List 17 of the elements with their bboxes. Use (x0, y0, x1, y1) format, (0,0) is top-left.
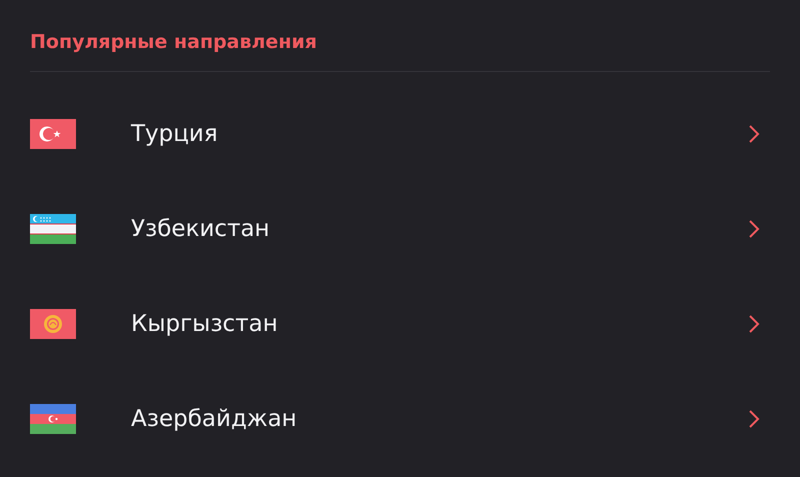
country-name: Узбекистан (131, 216, 271, 242)
destination-item[interactable]: Турция (30, 86, 770, 181)
destination-item[interactable]: Кыргызстан (30, 276, 770, 371)
crescent-star-flag-icon (30, 118, 76, 148)
country-name: Азербайджан (131, 406, 298, 432)
chevron-right-icon (748, 314, 760, 334)
chevron-right-icon (748, 408, 760, 428)
section-title: Популярные направления (30, 30, 318, 55)
tricolor-flag-icon (30, 404, 76, 434)
sun-flag-icon (30, 308, 76, 338)
destination-item[interactable]: Азербайджан (30, 371, 770, 466)
country-name: Кыргызстан (131, 310, 279, 336)
destination-item[interactable]: Узбекистан (30, 181, 770, 276)
chevron-right-icon (748, 218, 760, 238)
chevron-right-icon (748, 124, 760, 144)
striped-flag-icon (30, 214, 76, 244)
country-name: Турция (131, 120, 219, 146)
